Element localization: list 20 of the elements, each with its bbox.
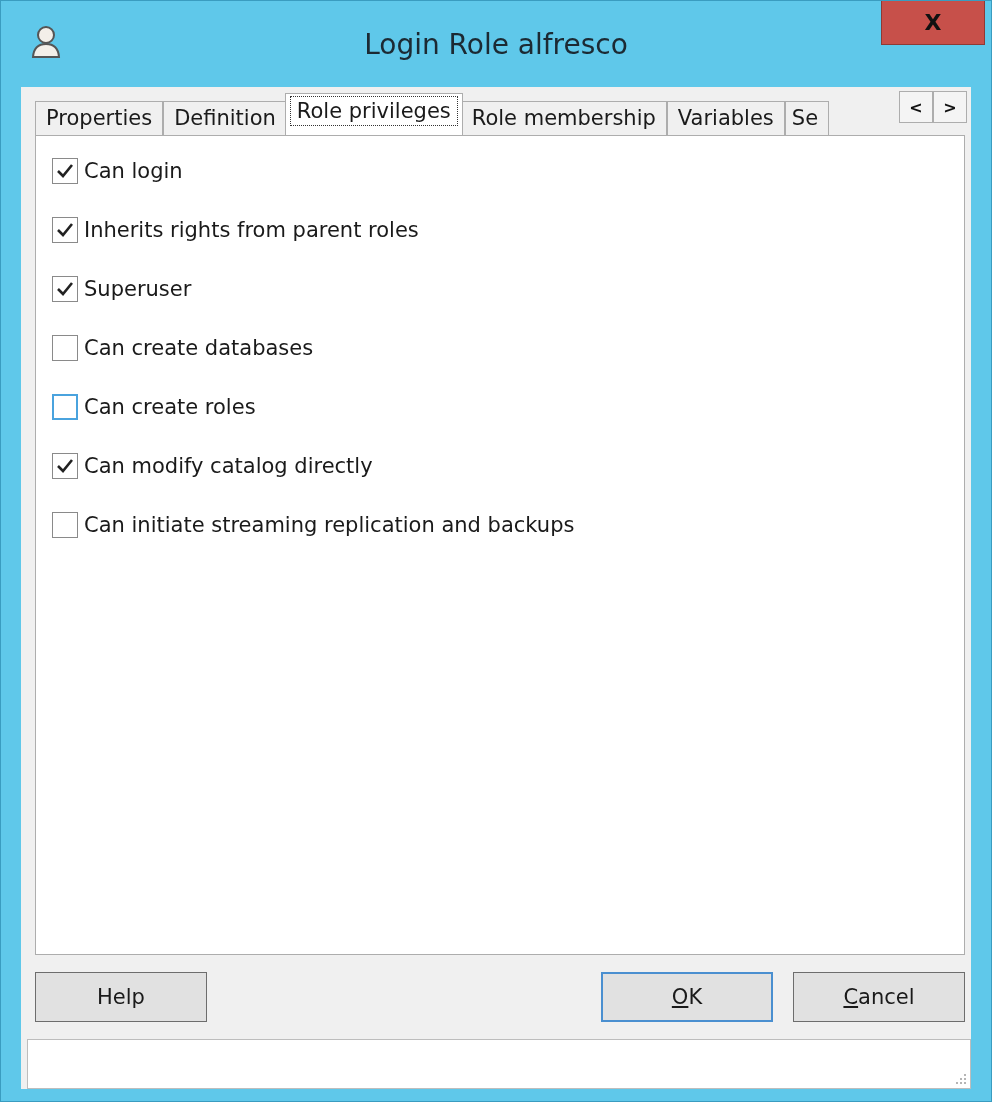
tab[interactable]: Properties [35, 101, 164, 136]
scroll-right-button[interactable]: > [933, 91, 967, 124]
tab[interactable]: Variables [666, 101, 785, 136]
checkbox-label[interactable]: Can login [84, 159, 183, 184]
checkbox-label[interactable]: Can initiate streaming replication and backups [84, 513, 575, 538]
checkbox-label[interactable]: Can create roles [84, 395, 256, 420]
checkbox-label[interactable]: Superuser [84, 277, 192, 302]
scroll-left-button[interactable]: < [899, 91, 933, 124]
checkbox-label[interactable]: Inherits rights from parent roles [84, 218, 419, 243]
checkbox-label[interactable]: Can modify catalog directly [84, 454, 373, 479]
tab[interactable]: Se [784, 101, 829, 136]
checkbox-label[interactable]: Can create databases [84, 336, 314, 361]
close-button[interactable]: X [881, 1, 985, 45]
dialog-button[interactable]: OK [601, 972, 773, 1023]
tab[interactable]: Definition [163, 101, 287, 136]
dialog-button[interactable]: Cancel [793, 972, 965, 1023]
dialog-button[interactable]: Help [35, 972, 207, 1023]
tab[interactable]: Role privileges [284, 93, 463, 136]
window-title: Login Role alfresco [363, 27, 629, 61]
tab[interactable]: Role membership [460, 101, 667, 136]
